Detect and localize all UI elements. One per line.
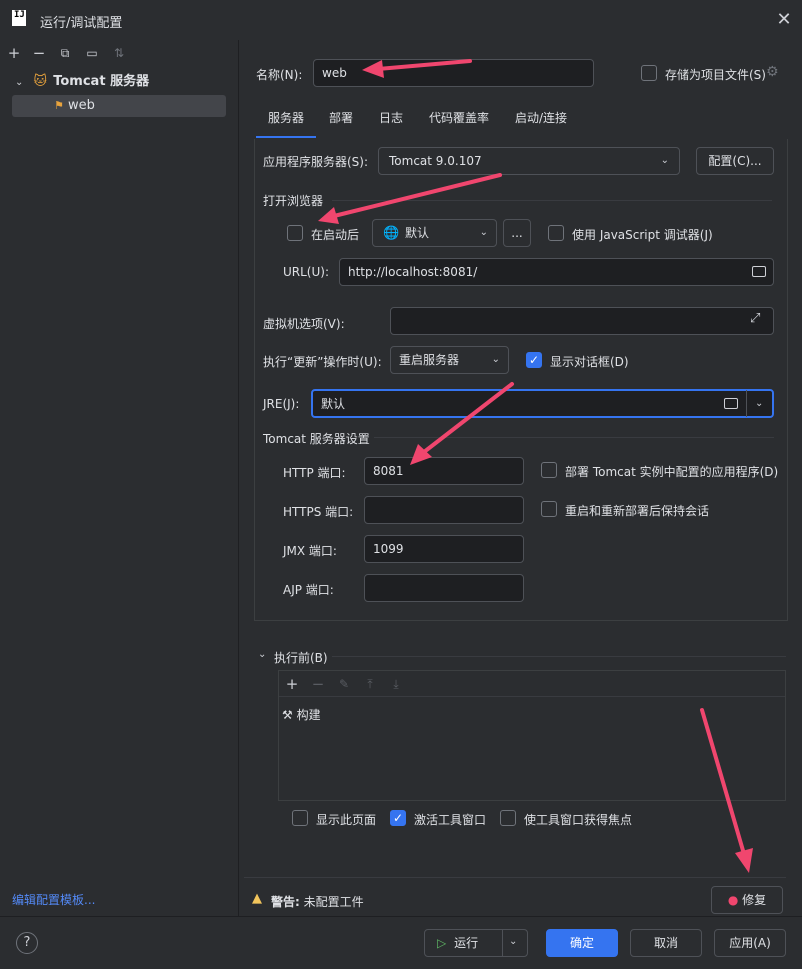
arrow-to-after-launch [332,173,502,218]
arrow-to-http-port [422,382,514,454]
run-debug-config-dialog: IJ 运行/调试配置 ✕ + − ⧉ ▭ ⇅ ⌄ 🐱 Tomcat 服务器 ⚑ … [0,0,802,969]
arrowhead-name [362,60,384,78]
arrowhead-fix [735,848,753,873]
arrow-to-fix [700,708,746,856]
arrowhead-after-launch [318,207,339,224]
annotation-arrows [318,59,753,873]
arrow-to-name [376,59,472,71]
